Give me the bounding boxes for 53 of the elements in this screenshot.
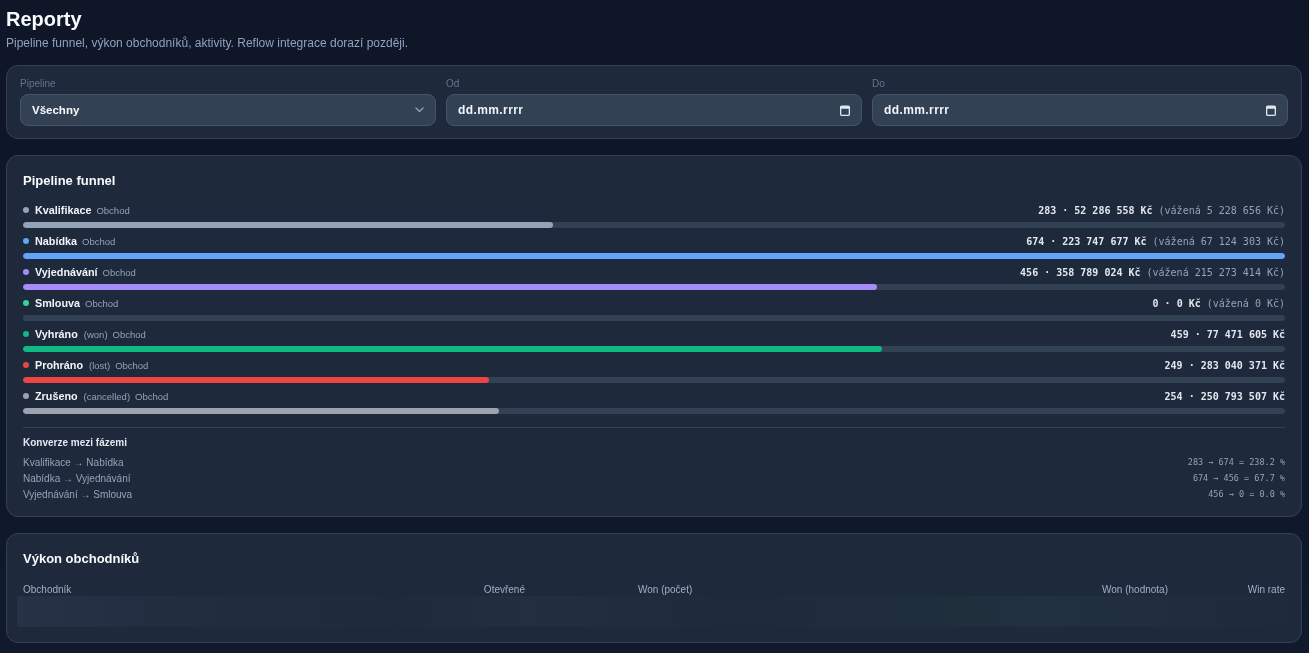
column-header: Obchodník	[23, 584, 72, 596]
calendar-icon	[840, 105, 850, 116]
stage-totals: 674 · 223 747 677 Kč	[1026, 235, 1147, 247]
conversion-value: 283 → 674 = 238.2 %	[1187, 457, 1285, 467]
stage-name: Kvalifikace	[35, 204, 92, 216]
conversion-value: 456 → 0 = 0.0 %	[1208, 489, 1285, 499]
stage-type: Obchod	[85, 297, 119, 309]
stage-totals: 456 · 358 789 024 Kč	[1020, 266, 1141, 278]
stage-weighted-value: (vážená 5 228 656 Kč)	[1158, 204, 1285, 216]
stage-totals: 283 · 52 286 558 Kč	[1038, 204, 1153, 216]
stage-type: Obchod	[135, 390, 169, 402]
column-header: Won (hodnota)	[1102, 584, 1168, 596]
date-field[interactable]: dd.mm.rrrr	[446, 94, 862, 126]
stage-name: Nabídka	[35, 235, 77, 247]
page-subtitle: Pipeline funnel, výkon obchodníků, aktivity. Reflow integrace dorazí později.	[6, 35, 409, 51]
subsection-title: Konverze mezi fázemi	[23, 437, 128, 449]
stage-totals: 459 · 77 471 605 Kč	[1170, 328, 1285, 340]
stage-type: Obchod	[82, 235, 116, 247]
stage-tag: (lost)	[89, 359, 111, 371]
conversion-label: Nabídka → Vyjednávání	[23, 472, 131, 484]
stage-name: Vyjednávání	[35, 266, 98, 278]
stage-type: Obchod	[102, 266, 136, 278]
stage-weighted-value: (vážená 215 273 414 Kč)	[1146, 266, 1285, 278]
field-label: Do	[872, 78, 885, 90]
stage-name: Smlouva	[35, 297, 80, 309]
conversion-label: Vyjednávání → Smlouva	[23, 488, 133, 500]
stage-type: Obchod	[112, 328, 146, 340]
stage-weighted-value: (vážená 0 Kč)	[1206, 297, 1285, 309]
stage-weighted-value: (vážená 67 124 303 Kč)	[1152, 235, 1285, 247]
stage-name: Zrušeno	[35, 390, 78, 402]
conversion-value: 674 → 456 = 67.7 %	[1192, 473, 1285, 483]
stage-type: Obchod	[96, 204, 130, 216]
stage-name: Vyhráno	[35, 328, 78, 340]
conversion-label: Kvalifikace → Nabídka	[23, 456, 124, 468]
stage-tag: (won)	[83, 328, 108, 340]
chevron-down-icon	[415, 107, 424, 113]
stage-type: Obchod	[115, 359, 149, 371]
column-header: Win rate	[1247, 584, 1285, 596]
field-label: Od	[446, 78, 460, 90]
date-field[interactable]: dd.mm.rrrr	[872, 94, 1288, 126]
column-header: Won (počet)	[638, 584, 693, 596]
stage-tag: (cancelled)	[83, 390, 131, 402]
field-label: Pipeline	[20, 78, 56, 90]
stage-totals: 254 · 250 793 507 Kč	[1164, 390, 1285, 402]
column-header: Otevřené	[483, 584, 525, 596]
stage-name: Prohráno	[35, 359, 83, 371]
stage-totals: 0 · 0 Kč	[1152, 297, 1201, 309]
section-title: Výkon obchodníků	[23, 550, 141, 568]
page-title: Reporty	[6, 7, 83, 32]
section-title: Pipeline funnel	[23, 172, 117, 190]
select-field[interactable]: Všechny	[20, 94, 436, 126]
stage-totals: 249 · 283 040 371 Kč	[1164, 359, 1285, 371]
calendar-icon	[1266, 105, 1276, 116]
